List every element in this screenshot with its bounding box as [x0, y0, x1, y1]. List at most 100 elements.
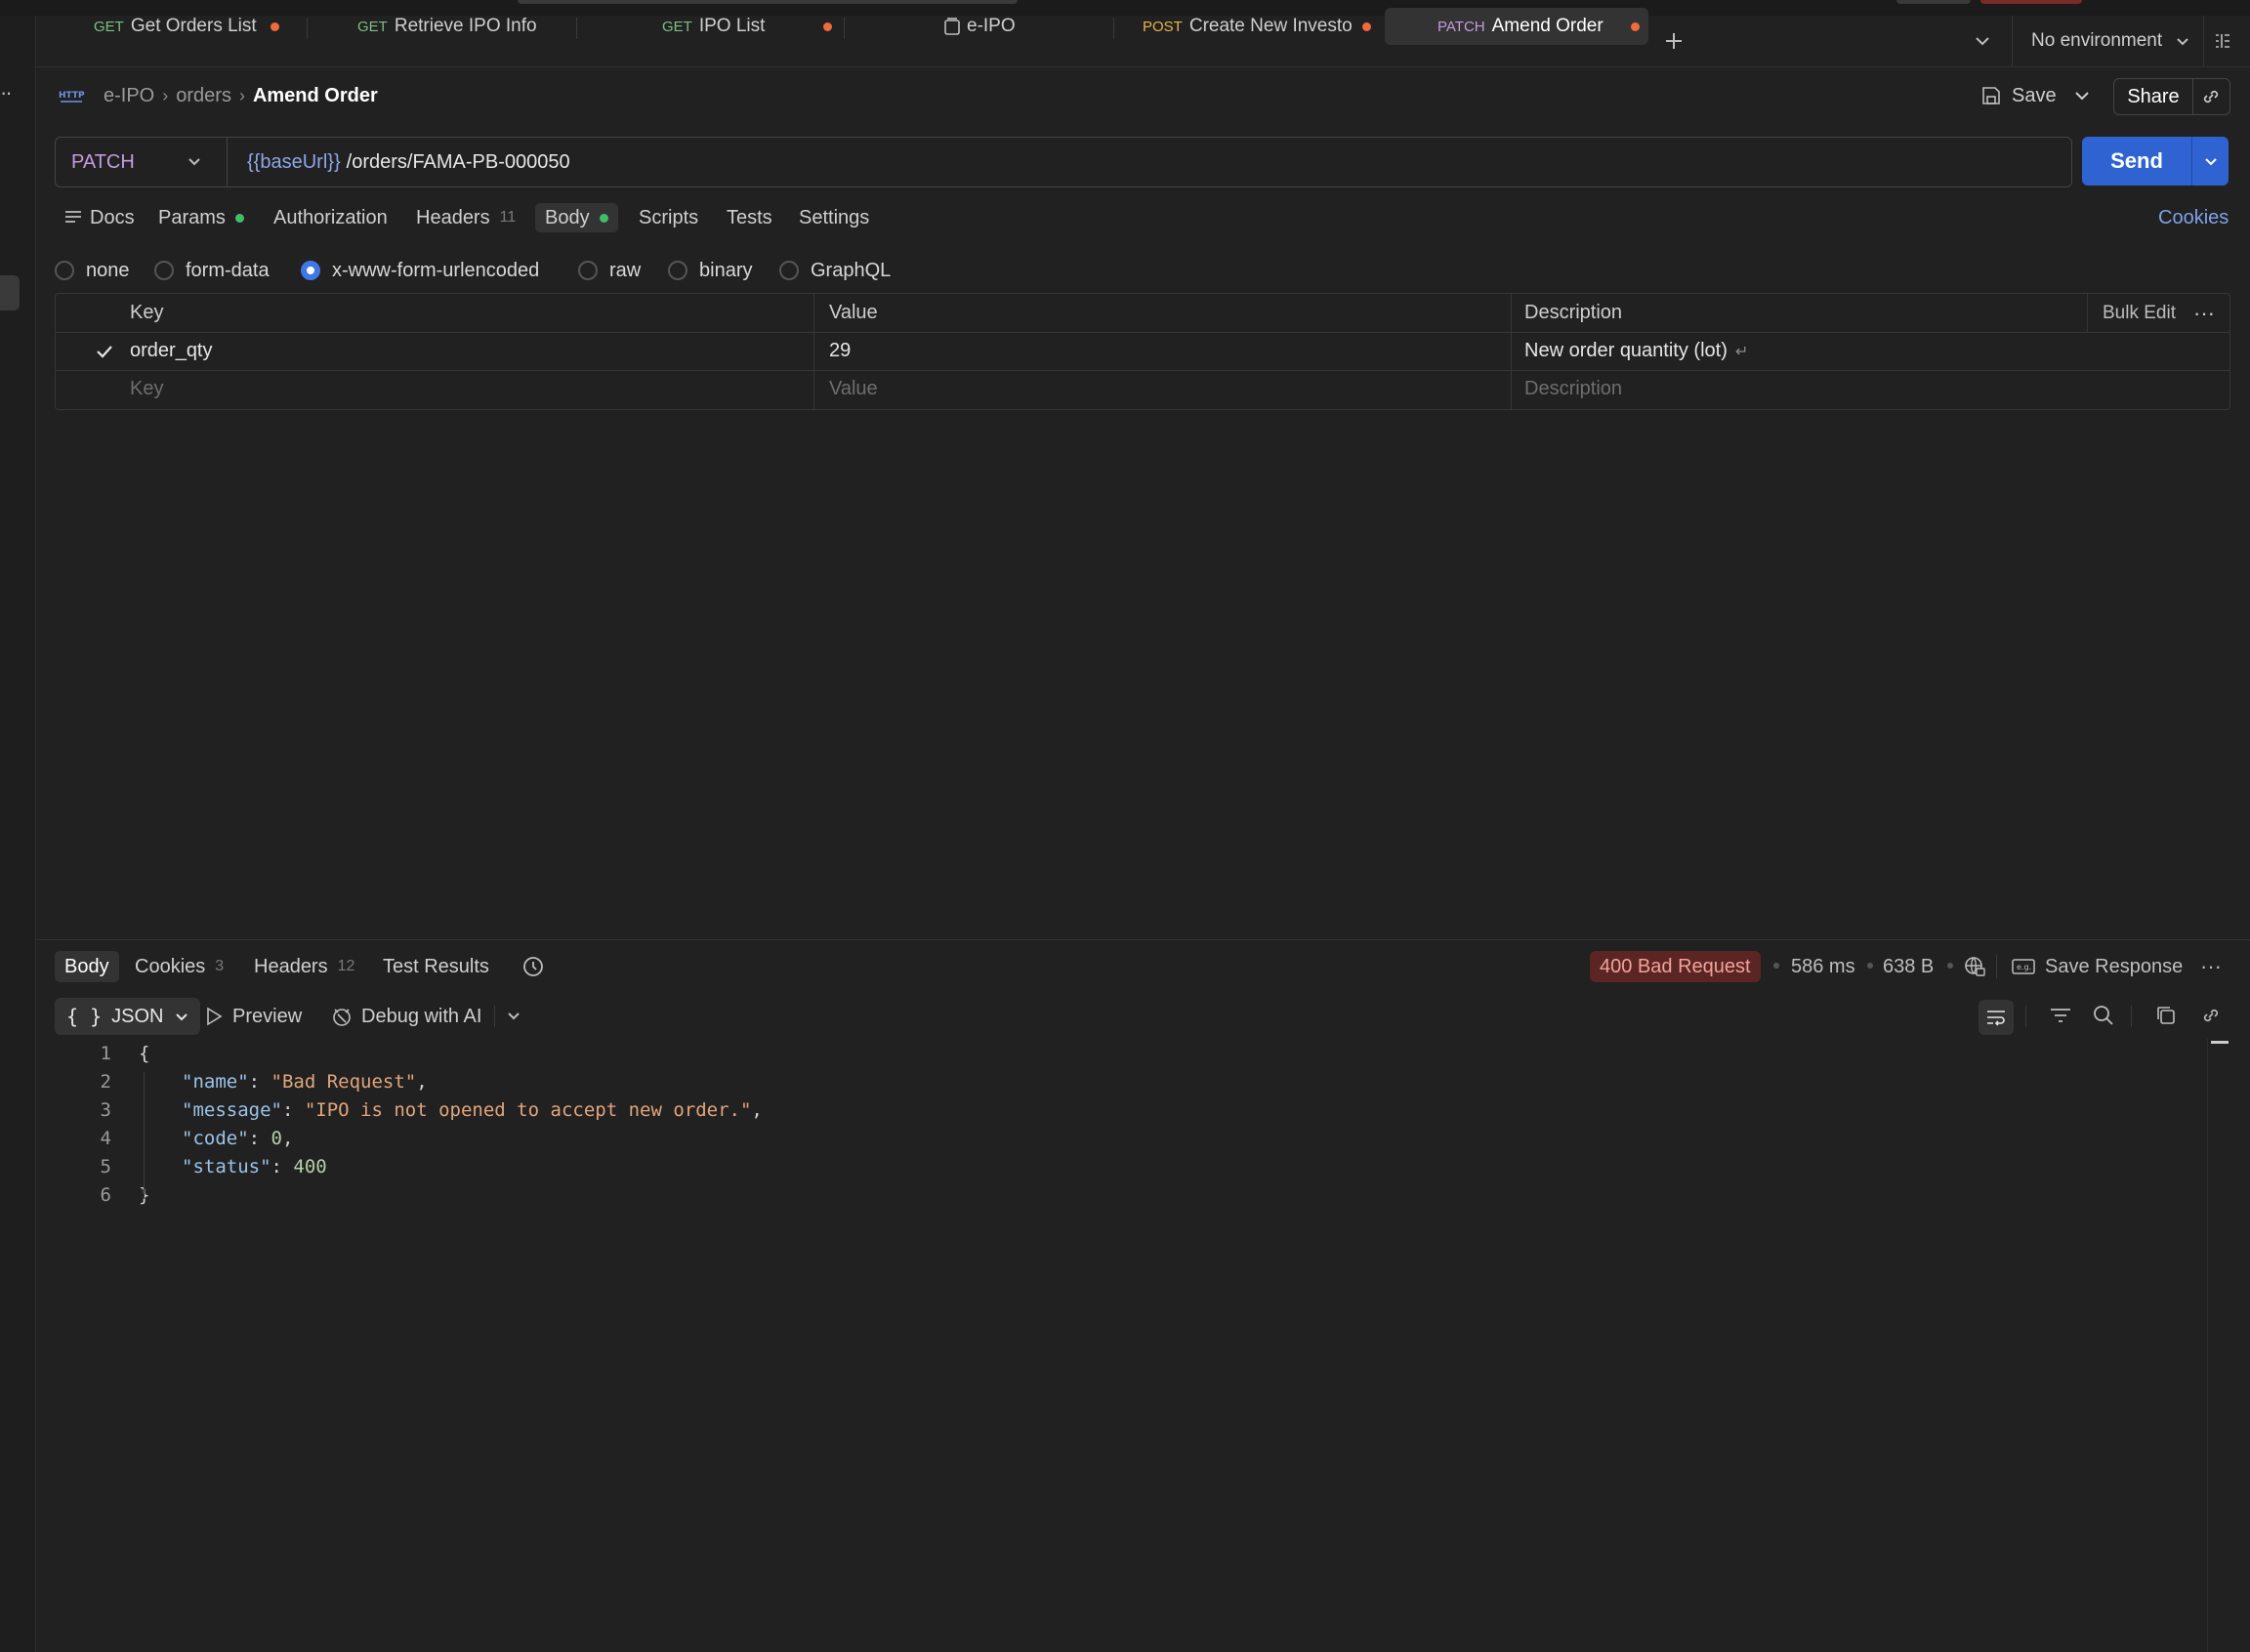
method-select[interactable]: PATCH [56, 138, 228, 186]
key-placeholder[interactable]: Key [130, 370, 163, 408]
response-tab-test-results[interactable]: Test Results [383, 951, 489, 982]
param-description[interactable]: New order quantity (lot) ↵ [1524, 332, 1748, 370]
param-value[interactable]: 29 [829, 332, 851, 370]
line-number: 2 [100, 1070, 111, 1093]
send-options-chevron-icon[interactable] [2192, 137, 2229, 186]
save-response-icon: e.g. [2012, 959, 2035, 974]
tab-scripts[interactable]: Scripts [639, 203, 698, 232]
response-time[interactable]: 586 ms [1791, 951, 1855, 982]
radio-label: binary [699, 259, 753, 281]
wrap-lines-icon[interactable] [1979, 1000, 2014, 1035]
environment-selector[interactable]: No environment [2031, 25, 2189, 57]
url-path: /orders/FAMA-PB-000050 [346, 150, 570, 173]
copy-link-icon[interactable] [2194, 81, 2228, 112]
history-icon[interactable] [518, 951, 549, 982]
request-name[interactable]: Amend Order [253, 85, 378, 107]
send-button[interactable]: Send [2082, 137, 2191, 186]
format-select[interactable]: { } JSON [55, 998, 201, 1035]
debug-options-chevron-icon[interactable] [498, 1000, 529, 1031]
base-url-variable[interactable]: {{baseUrl}} [247, 151, 341, 174]
status-badge[interactable]: 400 Bad Request [1590, 951, 1761, 982]
link-icon[interactable] [2195, 1000, 2227, 1031]
new-tab-plus-icon[interactable] [1658, 25, 1689, 57]
description-placeholder[interactable]: Description [1524, 370, 1622, 408]
method-badge: GET [662, 18, 692, 35]
chevron-right-icon: › [162, 85, 169, 105]
more-options-icon[interactable]: ·· [0, 80, 20, 105]
tab-e-ipo-collection[interactable]: e-IPO [943, 8, 1080, 45]
body-type-form-data[interactable]: form-data [154, 256, 270, 285]
json-key: "name" [182, 1070, 249, 1093]
tab-params-label: Params [158, 206, 226, 228]
left-sidebar-rail [0, 16, 36, 1652]
tab-params[interactable]: Params [158, 203, 244, 232]
tab-retrieve-ipo-info[interactable]: GET Retrieve IPO Info [357, 8, 582, 45]
search-bar-edge[interactable] [518, 0, 1018, 4]
json-value: 400 [293, 1155, 327, 1177]
table-row: order_qty 29 New order quantity (lot) ↵ [56, 332, 2229, 371]
copy-icon[interactable] [2150, 1000, 2182, 1031]
filter-icon[interactable] [2045, 1000, 2076, 1031]
cookies-link[interactable]: Cookies [2158, 203, 2229, 232]
svg-text:e.g.: e.g. [2017, 963, 2031, 971]
save-response-button[interactable]: e.g. Save Response [2012, 951, 2183, 982]
network-globe-icon[interactable] [1959, 951, 1990, 982]
toolbar-button-edge[interactable] [1896, 0, 1971, 4]
tab-docs[interactable]: Docs [64, 203, 135, 232]
tab-create-new-investor[interactable]: POST Create New Investo [1143, 8, 1381, 45]
share-button[interactable]: Share [2114, 79, 2193, 114]
format-label: JSON [111, 1005, 164, 1027]
meta-divider [1996, 955, 1997, 978]
tab-title: Get Orders List [130, 16, 257, 36]
tab-authorization[interactable]: Authorization [273, 203, 388, 232]
body-type-raw[interactable]: raw [578, 256, 641, 285]
tab-settings[interactable]: Settings [799, 203, 869, 232]
body-type-urlencoded[interactable]: x-www-form-urlencoded [301, 256, 539, 285]
tab-title: e-IPO [967, 16, 1016, 36]
search-icon[interactable] [2088, 1000, 2119, 1031]
breadcrumb-collection[interactable]: e-IPO [104, 85, 154, 107]
preview-button[interactable]: Preview [205, 1000, 302, 1033]
upgrade-button-edge[interactable] [1980, 0, 2082, 4]
tab-ipo-list[interactable]: GET IPO List [662, 8, 834, 45]
value-placeholder[interactable]: Value [829, 370, 878, 408]
json-comma: , [416, 1070, 428, 1093]
environment-quick-look-icon[interactable] [2207, 25, 2238, 57]
tab-list-chevron-icon[interactable] [1967, 25, 1998, 57]
svg-text:HTTP: HTTP [59, 91, 85, 101]
chevron-down-icon [176, 1012, 188, 1020]
response-tab-headers[interactable]: Headers 12 [254, 951, 354, 982]
tab-amend-order[interactable]: PATCH Amend Order [1385, 8, 1648, 45]
response-tab-body[interactable]: Body [55, 951, 119, 982]
body-type-none[interactable]: none [55, 256, 130, 285]
response-tab-cookies[interactable]: Cookies 3 [135, 951, 224, 982]
editor-scrollbar-thumb[interactable] [2211, 1041, 2229, 1044]
more-options-icon[interactable]: ··· [2188, 294, 2220, 332]
body-type-graphql[interactable]: GraphQL [779, 256, 891, 285]
breadcrumb-folder[interactable]: orders [176, 85, 231, 107]
json-key: "status" [182, 1155, 271, 1177]
json-comma: , [281, 1127, 294, 1149]
editor-scrollbar[interactable] [2207, 1039, 2229, 1652]
param-key[interactable]: order_qty [130, 332, 213, 370]
save-button[interactable]: Save [1980, 80, 2057, 111]
tab-get-orders-list[interactable]: GET Get Orders List [94, 8, 303, 45]
row-enabled-checkbox[interactable] [93, 332, 116, 370]
code-line: 3 "message": "IPO is not opened to accept… [59, 1095, 763, 1124]
pane-splitter[interactable] [35, 939, 2250, 940]
body-type-binary[interactable]: binary [668, 256, 752, 285]
more-options-icon[interactable]: ··· [2195, 951, 2227, 982]
json-brace: { [139, 1042, 150, 1064]
url-input[interactable]: {{baseUrl}} /orders/FAMA-PB-000050 [247, 138, 570, 186]
response-size[interactable]: 638 B [1883, 951, 1934, 982]
tab-body[interactable]: Body [535, 203, 618, 232]
tab-title: Amend Order [1491, 16, 1604, 36]
debug-with-ai-button[interactable]: Debug with AI [330, 1000, 481, 1033]
tab-divider [307, 18, 308, 39]
radio-label: form-data [186, 259, 270, 281]
tab-tests[interactable]: Tests [727, 203, 772, 232]
sidebar-selected-indicator[interactable] [0, 275, 20, 310]
bulk-edit-button[interactable]: Bulk Edit [2103, 294, 2176, 332]
tab-headers[interactable]: Headers 11 [416, 203, 516, 232]
save-options-chevron-icon[interactable] [2066, 80, 2098, 111]
